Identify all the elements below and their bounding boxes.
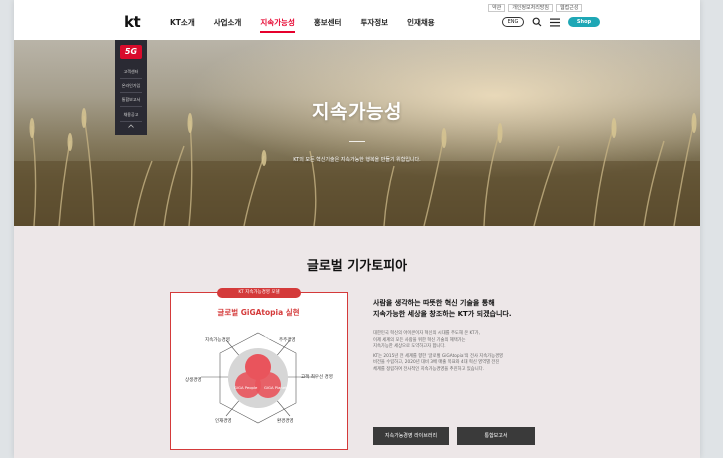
diagram-label-talent: 인재경영 — [215, 419, 232, 424]
diagram-label-win-win: 상생경영 — [185, 378, 202, 383]
model-title: 글로벌 GiGAtopia 실현 — [217, 308, 300, 317]
sustainability-model-card: KT 지속가능경영 모델 글로벌 GiGAtopia 실현 GiGA Prosp… — [170, 288, 348, 450]
nav-item-sustainability[interactable]: 지속가능성 — [260, 17, 295, 33]
quick-menu: 5G 고객센터 온라인가입 통합보고서 채용공고 — [115, 40, 147, 135]
kt-logo[interactable]: kt — [124, 13, 141, 31]
content-section: 글로벌 기가토피아 KT 지속가능경영 모델 글로벌 GiGAtopia 실현 … — [14, 226, 700, 458]
hero-subtitle: KT의 모든 혁신기술은 지속가능한 행복을 만들기 위함입니다. — [293, 157, 421, 163]
integrated-report-button[interactable]: 통합보고서 — [457, 427, 535, 445]
report-library-button[interactable]: 지속가능경영 라이브러리 — [373, 427, 449, 445]
5g-badge[interactable]: 5G — [120, 45, 142, 59]
utility-link-privacy[interactable]: 개인정보처리방침 — [508, 4, 554, 12]
model-tag: KT 지속가능경영 모델 — [217, 288, 301, 298]
search-icon[interactable] — [532, 17, 542, 27]
description-headline: 사람을 생각하는 따뜻한 혁신 기술을 통해 지속가능한 세상을 창조하는 KT… — [373, 298, 512, 320]
hero-divider — [349, 141, 365, 142]
nav-item-investor[interactable]: 투자정보 — [360, 17, 388, 28]
nav-item-business[interactable]: 사업소개 — [214, 17, 242, 28]
header-tools: ENG Shop — [502, 17, 600, 27]
utility-links: 약관 개인정보처리방침 웹접근성 — [488, 4, 583, 12]
diagram-label-sustainability: 지속가능경영 — [205, 338, 230, 343]
quick-menu-divider — [120, 92, 142, 93]
quick-menu-divider — [120, 121, 142, 122]
language-toggle-button[interactable]: ENG — [502, 17, 524, 27]
hamburger-menu-icon[interactable] — [550, 18, 560, 27]
description-body: 대한민국 혁신의 아이콘이자 혁신의 시대를 주도해 온 KT가, 이제 세계의… — [373, 331, 563, 373]
quick-menu-item[interactable]: 고객센터 — [115, 69, 147, 75]
diagram-label-customer: 고객 최우선 경영 — [301, 375, 333, 380]
diagram-label-shareholder: 주주경영 — [279, 338, 296, 343]
site-header: 약관 개인정보처리방침 웹접근성 kt KT소개 사업소개 지속가능성 홍보센터… — [14, 0, 700, 40]
nav-item-careers[interactable]: 인재채용 — [407, 17, 435, 28]
chevron-up-icon[interactable] — [128, 124, 134, 128]
diagram-label-environment: 환경경영 — [277, 419, 294, 424]
quick-menu-item[interactable]: 통합보고서 — [115, 97, 147, 103]
quick-menu-divider — [120, 78, 142, 79]
headline-line: 지속가능한 세상을 창조하는 KT가 되겠습니다. — [373, 310, 512, 318]
core-label-people: GiGA People — [234, 385, 258, 390]
quick-menu-item[interactable]: 온라인가입 — [115, 83, 147, 89]
shop-button[interactable]: Shop — [568, 17, 600, 27]
main-nav: KT소개 사업소개 지속가능성 홍보센터 투자정보 인재채용 — [170, 17, 454, 33]
nav-item-kt-intro[interactable]: KT소개 — [170, 17, 195, 28]
headline-line: 사람을 생각하는 따뜻한 혁신 기술을 통해 — [373, 299, 495, 307]
core-label-planet: GiGA Planet — [264, 385, 287, 390]
nav-item-pr-center[interactable]: 홍보센터 — [314, 17, 342, 28]
body-line: 체계를 정립하여 전사적인 지속가능경영을 추진하고 있습니다. — [373, 366, 484, 372]
section-title: 글로벌 기가토피아 — [306, 259, 408, 274]
quick-menu-item[interactable]: 채용공고 — [115, 112, 147, 118]
utility-link-accessibility[interactable]: 웹접근성 — [556, 4, 583, 12]
utility-link-terms[interactable]: 약관 — [488, 4, 506, 12]
page-frame: 약관 개인정보처리방침 웹접근성 kt KT소개 사업소개 지속가능성 홍보센터… — [14, 0, 700, 458]
quick-menu-divider — [120, 106, 142, 107]
